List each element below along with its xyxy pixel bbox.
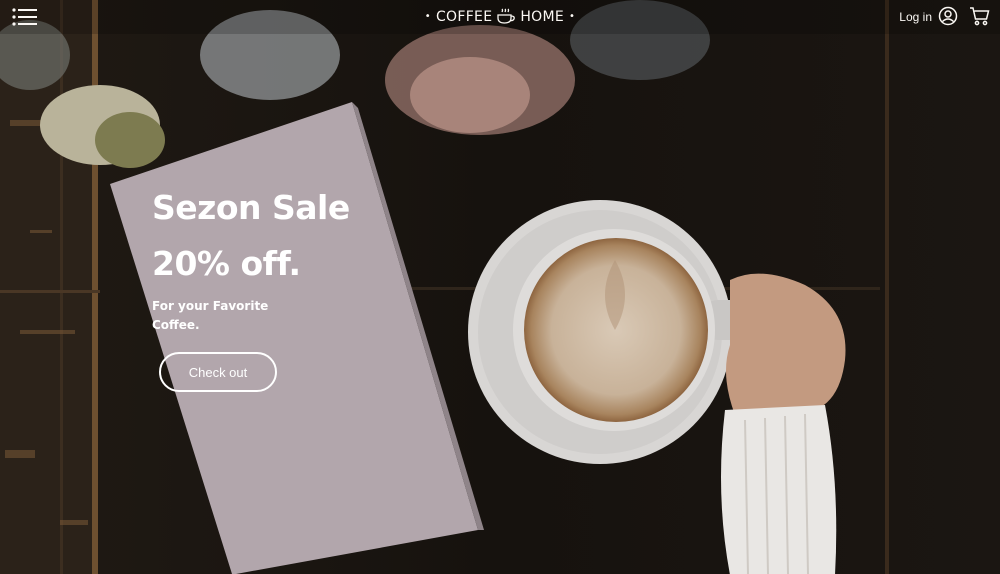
hero-subtitle-line: Coffee.: [152, 318, 200, 332]
hero-discount: 20% off.: [152, 244, 301, 283]
login-label: Log in: [899, 10, 932, 24]
user-circle-icon: [938, 6, 958, 29]
dot-separator: •: [424, 11, 431, 22]
hero-title: Sezon Sale: [152, 188, 350, 227]
dot-separator: •: [569, 11, 576, 22]
hero-subtitle: For your Favorite Coffee.: [152, 297, 292, 335]
brand-name-left: COFFEE: [435, 9, 493, 25]
check-out-button[interactable]: Check out: [159, 352, 277, 392]
coffee-cup-logo-icon: [496, 8, 516, 28]
promo-card: [110, 102, 484, 574]
brand-name-right: HOME: [520, 9, 565, 25]
hero-subtitle-line: For your Favorite: [152, 299, 269, 313]
login-link[interactable]: Log in: [899, 6, 958, 28]
brand-logo[interactable]: • COFFEE HOME •: [0, 8, 1000, 28]
top-navigation-bar: • COFFEE HOME • Log in: [0, 0, 1000, 34]
shopping-cart-icon[interactable]: [969, 5, 991, 31]
